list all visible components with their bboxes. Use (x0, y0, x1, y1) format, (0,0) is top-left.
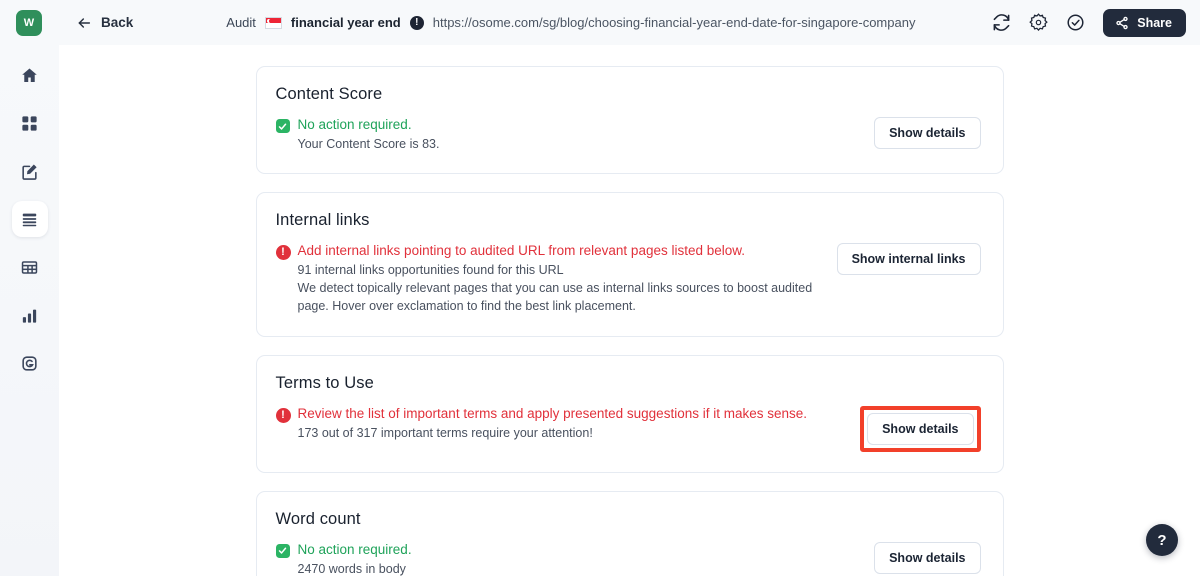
success-check-icon (275, 119, 290, 133)
bar-chart-icon (22, 309, 37, 323)
card-title: Internal links (275, 211, 370, 230)
sidebar-item-editor[interactable] (12, 153, 48, 189)
back-label: Back (101, 15, 134, 30)
share-button[interactable]: Share (1103, 8, 1186, 37)
logo-letter: W (23, 16, 35, 29)
card-internal-links: Internal links ! Add internal links poin… (255, 192, 1004, 337)
card-line: We detect topically relevant pages that … (297, 281, 813, 314)
breadcrumb-audit[interactable]: Audit (226, 15, 256, 30)
highlight-focus-box: Show details (860, 405, 981, 452)
app-logo[interactable]: W (16, 9, 42, 36)
grid-icon (22, 115, 37, 131)
card-title: Word count (275, 509, 361, 528)
table-icon (21, 260, 38, 274)
card-word-count: Word count No action required. 2470 word… (255, 490, 1004, 576)
status-col (275, 542, 298, 558)
gear-icon[interactable] (1029, 13, 1049, 32)
show-details-button[interactable]: Show details (874, 541, 981, 574)
card-line: 91 internal links opportunities found fo… (297, 263, 564, 278)
refresh-icon[interactable] (992, 13, 1011, 32)
share-label: Share (1137, 15, 1172, 30)
sidebar-item-home[interactable] (12, 57, 48, 93)
help-button[interactable]: ? (1146, 524, 1178, 556)
header-actions: Share (992, 8, 1186, 37)
question-mark-icon: ? (1157, 531, 1167, 549)
home-icon (22, 68, 37, 82)
body-row: Content Score No action required. Your C… (0, 45, 1200, 576)
sidebar-item-dashboard[interactable] (12, 105, 48, 141)
success-check-icon (275, 543, 290, 558)
main-content: Content Score No action required. Your C… (59, 45, 1200, 576)
card-content-score: Content Score No action required. Your C… (255, 66, 1004, 175)
card-headline: No action required. (297, 541, 412, 557)
error-exclamation-icon: ! (275, 245, 291, 261)
show-details-button[interactable]: Show details (867, 412, 974, 445)
show-internal-links-button[interactable]: Show internal links (836, 243, 981, 276)
singapore-flag-icon (264, 16, 282, 29)
card-title: Terms to Use (275, 373, 374, 392)
check-circle-icon[interactable] (1066, 13, 1085, 32)
audit-cards-list: Content Score No action required. Your C… (255, 45, 1004, 576)
status-col: ! (275, 406, 298, 423)
share-icon (1116, 16, 1128, 29)
audited-url[interactable]: https://osome.com/sg/blog/choosing-finan… (433, 15, 916, 30)
top-header: W Back Audit financial year end ! https:… (0, 0, 1200, 45)
exclamation-icon[interactable]: ! (409, 15, 424, 30)
app-root: W Back Audit financial year end ! https:… (0, 0, 1200, 576)
g-badge-icon (22, 355, 37, 371)
sidebar-item-integrations[interactable] (12, 345, 48, 381)
left-sidebar (0, 45, 59, 576)
card-line: Your Content Score is 83. (297, 137, 440, 151)
card-headline: Review the list of important terms and a… (297, 405, 808, 421)
status-col (275, 117, 298, 133)
back-button[interactable]: Back (76, 15, 133, 31)
card-headline: Add internal links pointing to audited U… (297, 243, 746, 259)
status-col: ! (275, 243, 298, 261)
card-line: 2470 words in body (297, 561, 406, 576)
card-line: 173 out of 317 important terms require y… (297, 425, 593, 440)
sidebar-item-analytics[interactable] (12, 297, 48, 333)
edit-note-icon (22, 164, 37, 180)
card-terms-to-use: Terms to Use ! Review the list of import… (255, 354, 1004, 473)
breadcrumb-project-name[interactable]: financial year end (291, 15, 401, 30)
arrow-left-icon (78, 17, 91, 28)
lines-icon (22, 213, 37, 226)
error-exclamation-icon: ! (275, 407, 291, 423)
sidebar-item-tables[interactable] (12, 249, 48, 285)
sidebar-item-audit[interactable] (11, 201, 48, 237)
card-title: Content Score (275, 85, 383, 103)
breadcrumb: Audit financial year end ! https://osome… (226, 15, 915, 30)
show-details-button[interactable]: Show details (874, 117, 981, 149)
card-headline: No action required. (297, 117, 412, 132)
